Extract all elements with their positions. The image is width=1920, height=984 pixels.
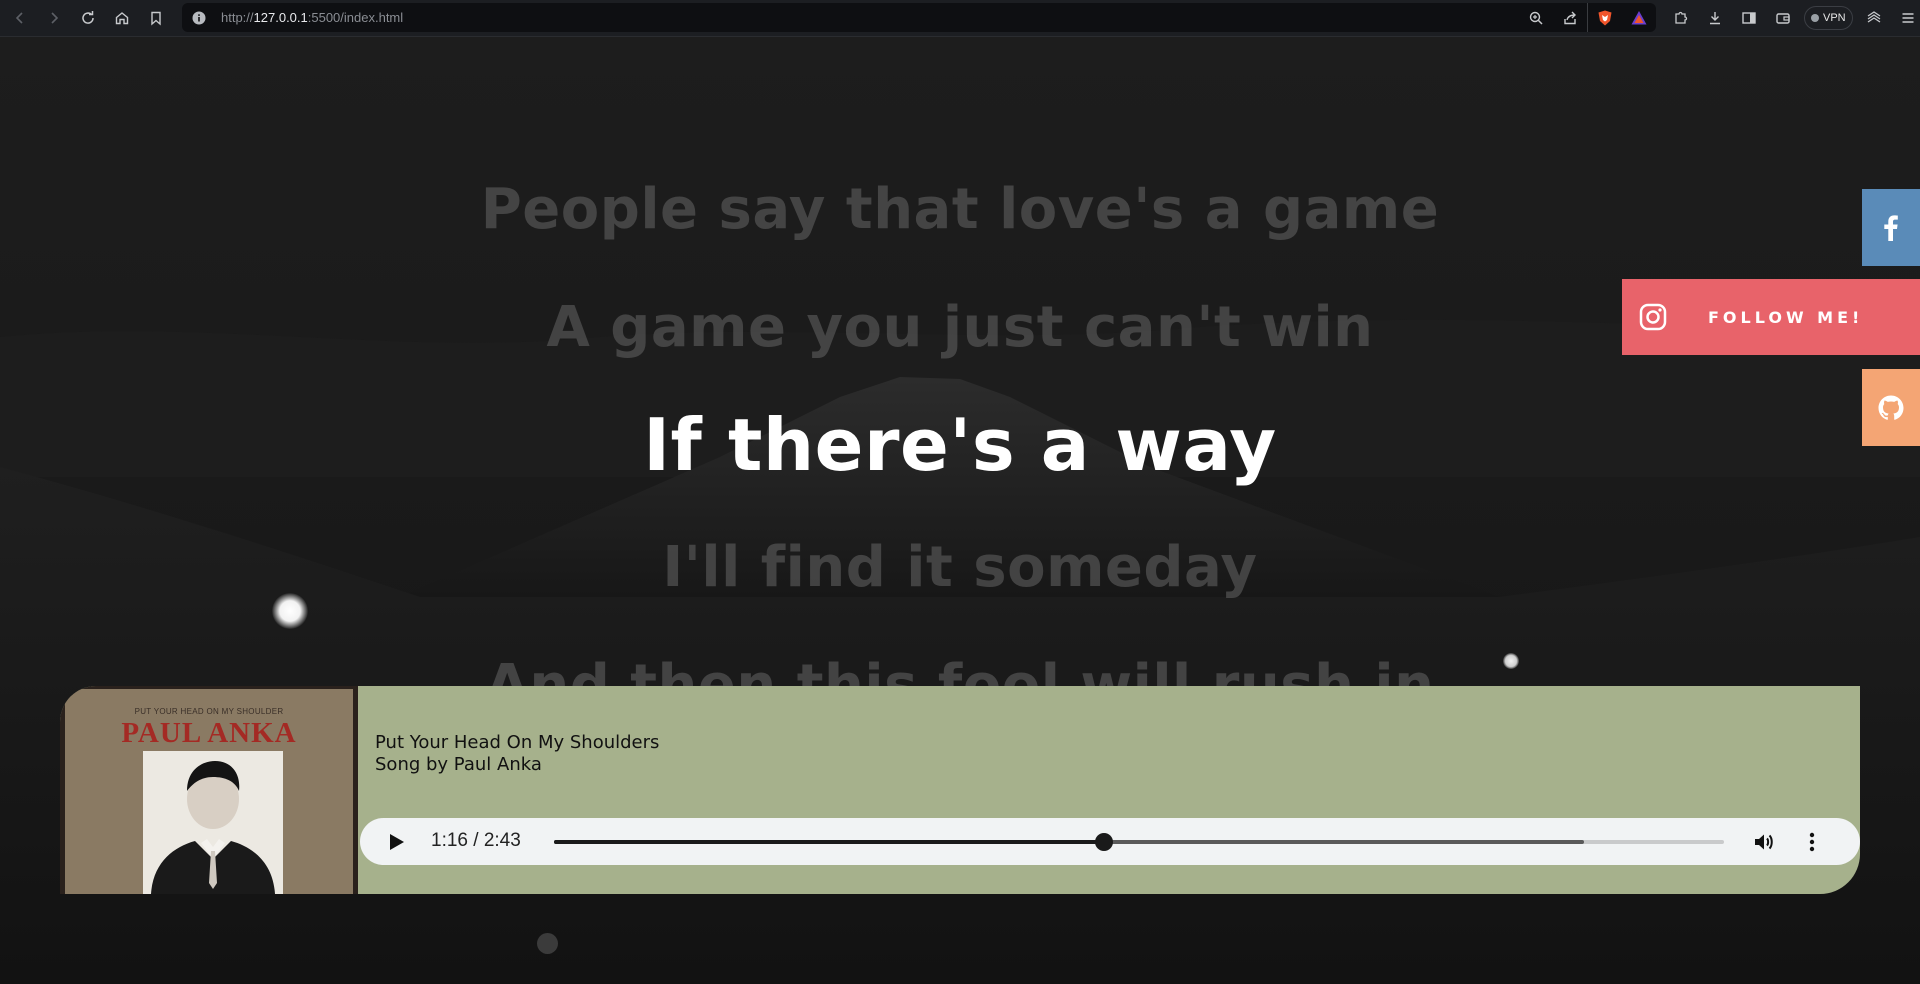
forward-icon	[51, 12, 59, 24]
share-icon	[1564, 11, 1576, 24]
page-viewport: People say that love's a game A game you…	[0, 37, 1920, 984]
instagram-icon	[1639, 303, 1667, 331]
downloads-button[interactable]	[1698, 3, 1732, 32]
song-title: Put Your Head On My Shoulders	[375, 732, 660, 753]
sidebar-button[interactable]	[1732, 3, 1766, 32]
github-icon	[1878, 395, 1904, 420]
bookmark-icon	[151, 11, 161, 26]
reload-icon	[82, 11, 94, 24]
leo-button[interactable]	[1857, 3, 1891, 32]
address-bar[interactable]: http://127.0.0.1:5500/index.html	[182, 3, 1656, 32]
play-icon	[390, 834, 404, 850]
seek-bar-played	[554, 840, 1104, 844]
url-path: :5500/index.html	[307, 10, 404, 25]
glow-orb	[1503, 653, 1519, 669]
brave-rewards-button[interactable]	[1622, 3, 1656, 32]
brave-shields-icon	[1598, 10, 1612, 25]
site-info-icon[interactable]	[191, 10, 207, 26]
lyric-line-active: If there's a way	[643, 403, 1277, 487]
more-vert-icon	[1809, 832, 1815, 852]
github-button[interactable]	[1862, 369, 1920, 446]
facebook-button[interactable]	[1862, 189, 1920, 266]
extensions-icon	[1675, 11, 1688, 24]
back-icon	[15, 12, 23, 24]
menu-icon	[1902, 12, 1914, 23]
home-button[interactable]	[108, 4, 136, 32]
volume-icon	[1755, 834, 1773, 850]
extensions-button[interactable]	[1664, 3, 1698, 32]
leo-icon	[1867, 10, 1880, 23]
glow-orb	[537, 933, 558, 954]
zoom-icon	[1529, 11, 1543, 25]
zoom-button[interactable]	[1519, 3, 1553, 32]
brave-rewards-icon	[1631, 10, 1647, 24]
facebook-icon	[1884, 214, 1898, 241]
vpn-status-icon	[1811, 13, 1819, 22]
url-prefix: http://	[221, 10, 254, 25]
album-cover-photo	[143, 751, 283, 894]
url-host: 127.0.0.1	[253, 10, 308, 25]
album-cover: PUT YOUR HEAD ON MY SHOULDER PAUL ANKA	[60, 686, 358, 894]
wallet-icon	[1776, 12, 1790, 24]
reload-button[interactable]	[74, 4, 102, 32]
song-artist: Song by Paul Anka	[375, 754, 542, 775]
volume-button[interactable]	[1752, 830, 1776, 854]
time-display: 1:16 / 2:43	[431, 830, 521, 851]
browser-toolbar: http://127.0.0.1:5500/index.html VPN	[0, 0, 1920, 37]
music-player: PUT YOUR HEAD ON MY SHOULDER PAUL ANKA P…	[60, 686, 1860, 894]
share-button[interactable]	[1553, 3, 1587, 32]
seek-bar[interactable]	[554, 833, 1724, 851]
brave-shields-button[interactable]	[1587, 3, 1622, 32]
menu-button[interactable]	[1891, 3, 1920, 32]
sidebar-icon	[1742, 11, 1756, 24]
seek-bar-handle[interactable]	[1094, 833, 1113, 851]
audio-controls: 1:16 / 2:43	[360, 818, 1860, 865]
instagram-follow-button[interactable]: FOLLOW ME!	[1622, 279, 1920, 355]
lyric-line: I'll find it someday	[662, 535, 1258, 600]
back-button[interactable]	[6, 4, 34, 32]
lyric-line: People say that love's a game	[480, 177, 1440, 242]
vpn-button[interactable]: VPN	[1804, 5, 1853, 30]
more-options-button[interactable]	[1800, 830, 1824, 854]
play-button[interactable]	[386, 832, 406, 852]
forward-button[interactable]	[40, 4, 68, 32]
album-cover-title: PAUL ANKA	[121, 717, 297, 749]
album-cover-subtitle: PUT YOUR HEAD ON MY SHOULDER	[134, 707, 284, 716]
home-icon	[115, 12, 129, 25]
follow-me-label: FOLLOW ME!	[1708, 307, 1864, 327]
url-text[interactable]: http://127.0.0.1:5500/index.html	[221, 10, 403, 25]
wallet-button[interactable]	[1766, 3, 1800, 32]
album-cover-art: PUT YOUR HEAD ON MY SHOULDER PAUL ANKA	[65, 689, 353, 894]
glow-orb	[272, 593, 308, 629]
bookmark-button[interactable]	[142, 4, 170, 32]
downloads-icon	[1710, 11, 1720, 24]
vpn-label: VPN	[1823, 11, 1846, 24]
